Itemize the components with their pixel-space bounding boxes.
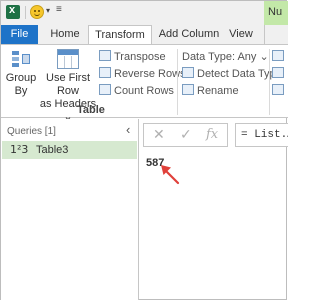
excel-icon — [6, 4, 20, 19]
detect-data-type-button[interactable]: Detect Data Type — [182, 66, 282, 82]
group-by-button[interactable]: Group By — [5, 49, 37, 98]
detect-data-type-icon — [182, 67, 194, 78]
data-type-dropdown[interactable]: Data Type: Any ⌄ — [182, 49, 269, 65]
transpose-label: Transpose — [114, 51, 166, 63]
arrow-annotation-icon — [161, 165, 180, 185]
reverse-rows-label: Reverse Rows — [114, 68, 186, 80]
title-bar: ▾ ≡ Nu — [1, 1, 288, 25]
query-item-table3[interactable]: 1²3 Table3 — [2, 141, 137, 159]
fx-icon[interactable]: fx — [206, 127, 218, 142]
group-divider — [269, 49, 270, 115]
rename-label: Rename — [197, 85, 239, 97]
column-icon[interactable] — [272, 83, 287, 99]
tab-partial[interactable] — [264, 25, 288, 44]
tab-home[interactable]: Home — [45, 25, 85, 44]
queries-pane: Queries [1] ‹ 1²3 Table3 — [1, 119, 139, 300]
reverse-rows-button[interactable]: Reverse Rows — [99, 66, 186, 82]
count-rows-button[interactable]: Count Rows — [99, 83, 174, 99]
use-first-row-label-1: Use First Row — [46, 72, 90, 97]
chevron-down-icon[interactable]: ▾ — [46, 6, 50, 15]
count-rows-icon — [99, 84, 111, 95]
rename-icon — [182, 84, 194, 95]
separator — [25, 6, 26, 19]
transpose-button[interactable]: Transpose — [99, 49, 166, 65]
table-group-label: Table — [77, 104, 105, 116]
formula-text: = List.Av — [241, 129, 288, 141]
column-icon[interactable] — [272, 66, 287, 82]
group-by-label-1: Group — [5, 72, 37, 84]
contextual-tab[interactable]: Nu — [264, 1, 288, 25]
group-divider — [177, 49, 178, 115]
group-by-icon — [11, 49, 31, 69]
query-label: Table3 — [36, 144, 69, 156]
queries-header: Queries [1] — [7, 126, 56, 137]
tab-transform[interactable]: Transform — [88, 25, 152, 45]
reverse-rows-icon — [99, 67, 111, 78]
rename-button[interactable]: Rename — [182, 83, 239, 99]
cancel-icon[interactable]: ✕ — [153, 127, 165, 143]
ribbon-tab-row: File Home Transform Add Column View — [1, 25, 288, 45]
transpose-icon — [99, 50, 111, 61]
tab-view[interactable]: View — [224, 25, 258, 44]
data-type-label: Data Type: Any ⌄ — [182, 51, 269, 63]
ribbon-body: Group By Use First Row as Headers ⌄ Tran… — [1, 44, 288, 123]
group-by-label-2: By — [14, 85, 28, 97]
formula-input[interactable]: = List.Av — [235, 123, 288, 147]
customize-quick-access-icon[interactable]: ≡ — [56, 4, 62, 15]
tab-add-column[interactable]: Add Column — [157, 25, 221, 44]
formula-bar-buttons: ✕ ✓ fx — [143, 123, 228, 147]
table-headers-icon — [57, 49, 79, 69]
smiley-icon[interactable] — [30, 5, 44, 19]
column-icon[interactable] — [272, 49, 287, 65]
tab-file[interactable]: File — [1, 25, 38, 44]
accept-icon[interactable]: ✓ — [180, 127, 192, 143]
number-type-icon: 1²3 — [10, 143, 29, 156]
collapse-pane-icon[interactable]: ‹ — [126, 122, 130, 137]
count-rows-label: Count Rows — [114, 85, 174, 97]
